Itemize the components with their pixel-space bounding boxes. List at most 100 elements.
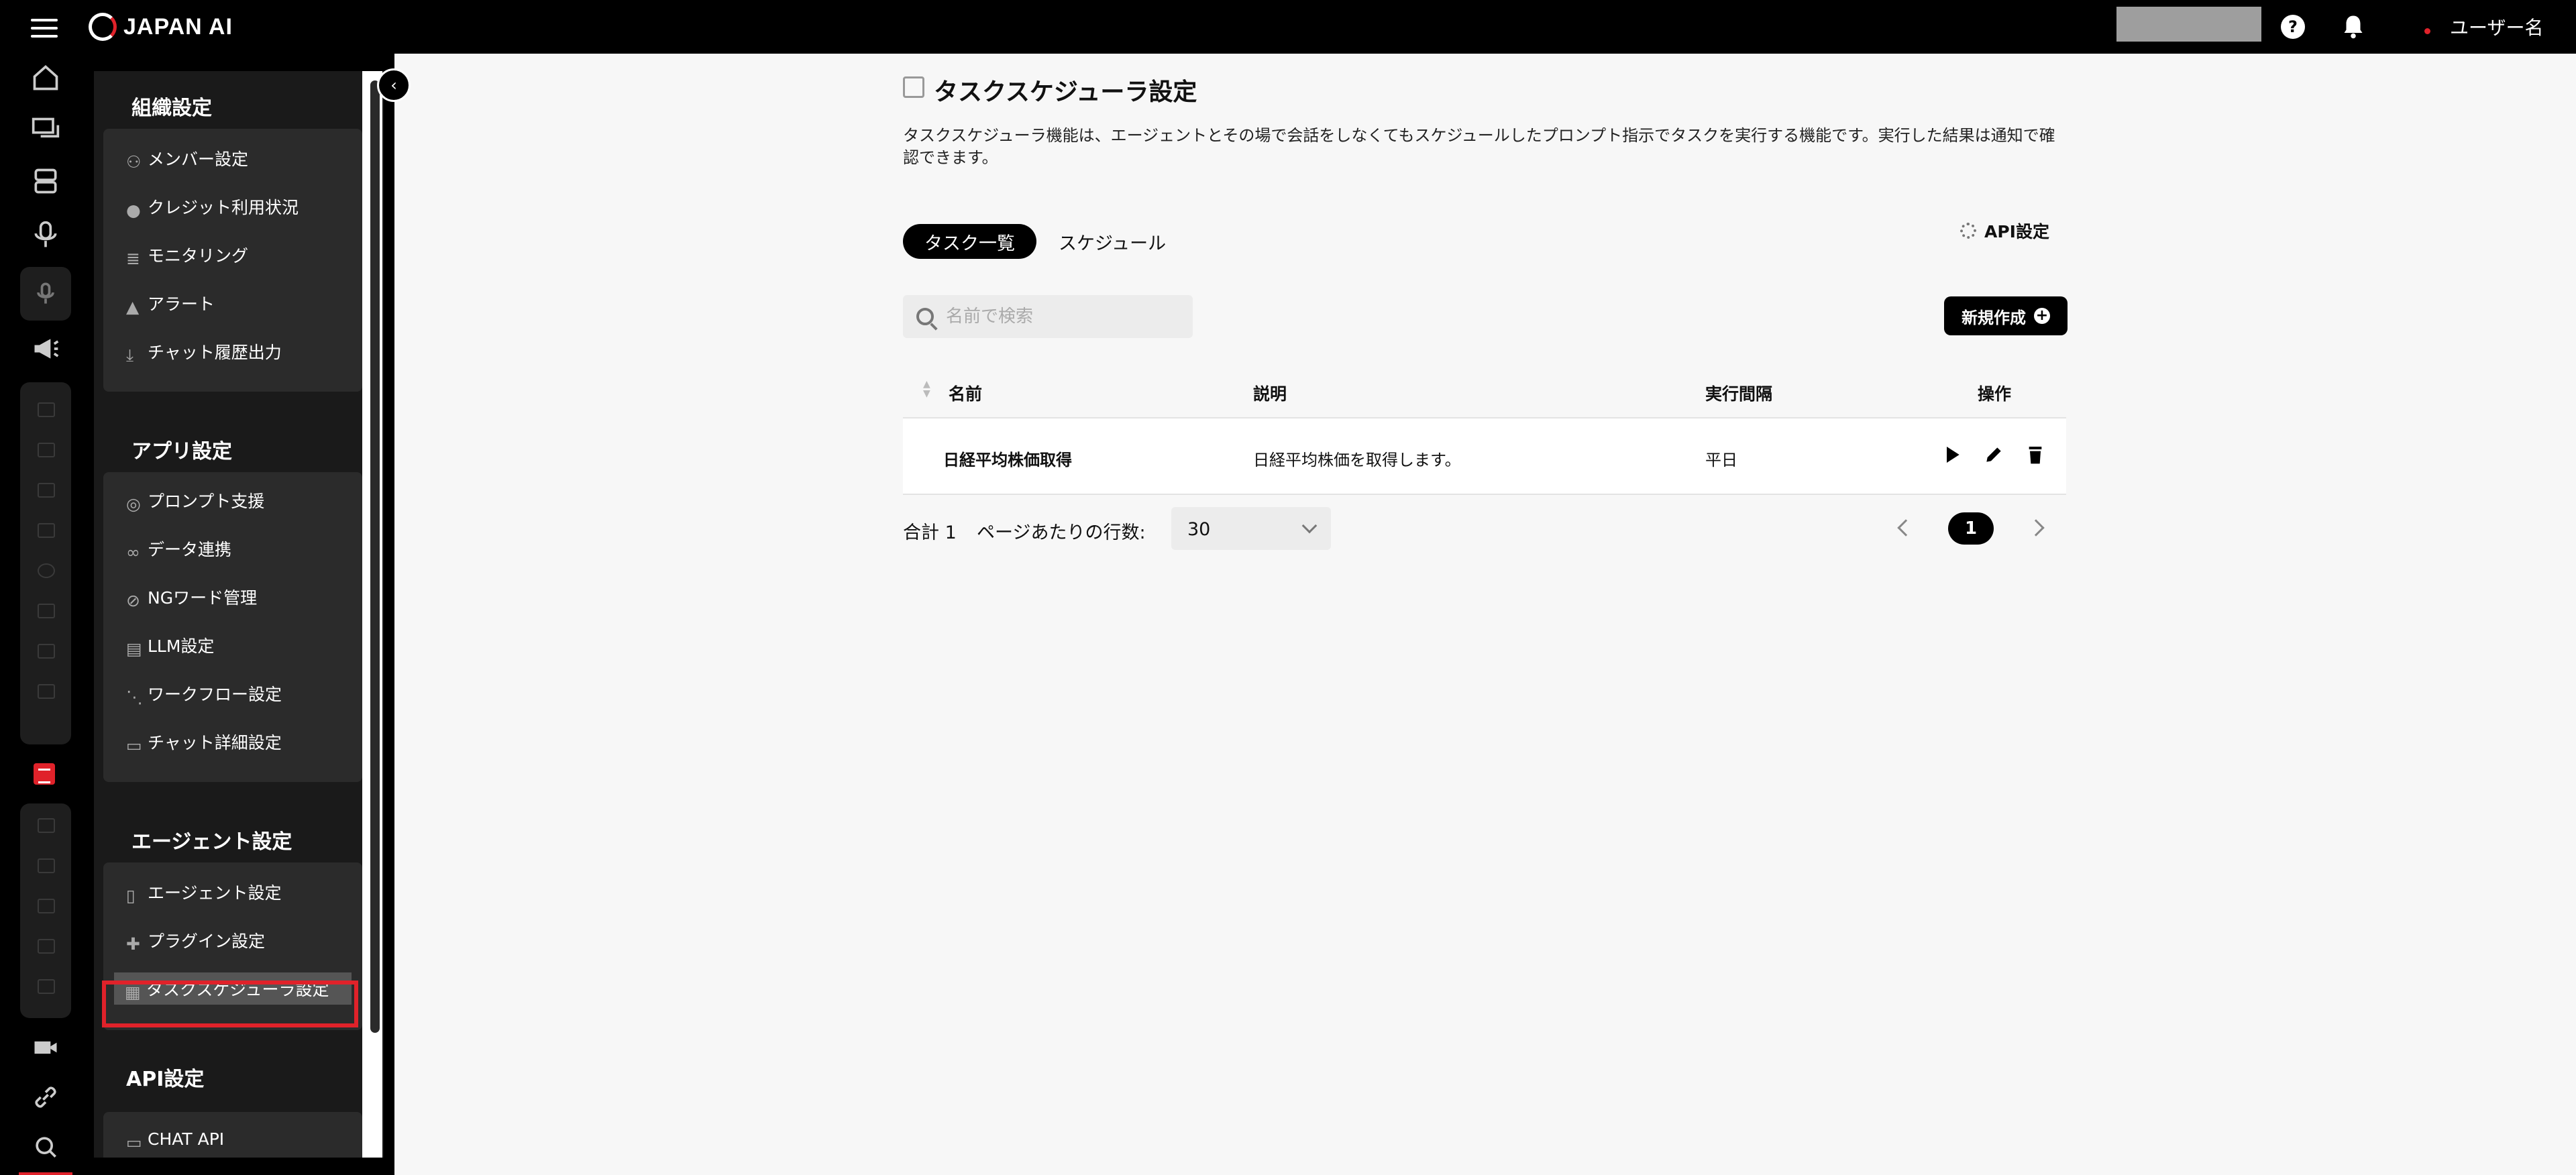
menu-item-alert[interactable]: ▲ アラート — [126, 290, 215, 317]
menu-item-label: アラート — [148, 294, 215, 314]
search-agent-icon[interactable] — [31, 1132, 60, 1162]
column-header-actions: 操作 — [1978, 384, 2012, 404]
column-header-interval: 実行間隔 — [1705, 384, 1773, 404]
task-scheduler-icon[interactable] — [34, 763, 55, 785]
chat-detail-icon: ▭ — [126, 736, 142, 755]
plus-circle-icon: + — [2034, 308, 2050, 324]
task-name[interactable]: 日経平均株価取得 — [943, 447, 1072, 470]
download-icon: ⤓ — [126, 345, 134, 365]
doc-icon-1[interactable] — [38, 818, 55, 833]
doc-icon-5[interactable] — [38, 979, 55, 994]
menu-item-label: LLM設定 — [148, 636, 215, 656]
edit-pencil-icon[interactable] — [1983, 444, 2004, 465]
home-icon[interactable] — [31, 63, 60, 93]
sidebar-scrollbar-thumb[interactable] — [370, 80, 380, 1033]
table-footer: 合計 1 ページあたりの行数: 30 1 — [903, 507, 2066, 550]
chat-icon[interactable] — [31, 115, 60, 145]
chevron-down-icon — [1301, 518, 1318, 534]
menu-item-label: ワークフロー設定 — [148, 685, 282, 704]
help-icon[interactable]: ? — [2281, 15, 2305, 39]
menu-item-credit-usage[interactable]: ● クレジット利用状況 — [126, 193, 299, 220]
app-icon-1[interactable] — [38, 402, 55, 417]
menu-item-prompt-support[interactable]: ◎ プロンプト支援 — [126, 487, 264, 514]
menu-item-plugin-settings[interactable]: ✚ プラグイン設定 — [126, 927, 265, 954]
menu-item-llm-settings[interactable]: ▤ LLM設定 — [126, 632, 214, 659]
settings-highlight — [19, 1172, 72, 1175]
app-icon-7[interactable] — [38, 644, 55, 659]
menu-item-monitoring[interactable]: ≣ モニタリング — [126, 241, 248, 268]
delete-trash-icon[interactable] — [2025, 444, 2046, 465]
app-icon-3[interactable] — [38, 483, 55, 498]
hamburger-menu-icon[interactable] — [31, 19, 58, 38]
credit-icon: ● — [126, 201, 141, 220]
menu-item-ng-word[interactable]: ⊘ NGワード管理 — [126, 583, 257, 610]
new-task-button[interactable]: 新規作成 + — [1944, 296, 2068, 335]
app-icon-2[interactable] — [38, 443, 55, 457]
top-bar: JAPAN AI ? ユーザー名 — [0, 0, 2576, 54]
user-name[interactable]: ユーザー名 — [2450, 13, 2543, 40]
redacted-area — [2116, 7, 2261, 42]
page-number-current[interactable]: 1 — [1948, 512, 1994, 545]
doc-icon-2[interactable] — [38, 858, 55, 873]
api-settings-link[interactable]: API設定 — [1960, 217, 2049, 244]
icon-rail — [0, 54, 94, 1175]
menu-item-label: CHAT API — [148, 1129, 225, 1149]
menu-item-workflow-settings[interactable]: ⋱ ワークフロー設定 — [126, 680, 282, 707]
settings-scroll-area: 組織設定 ⚇ メンバー設定 ● クレジット利用状況 ≣ モニタリング ▲ アラート ⤓ チ… — [94, 71, 384, 1158]
gear-icon — [1960, 223, 1976, 239]
section-title-app: アプリ設定 — [131, 440, 232, 463]
chat-api-icon: ▭ — [126, 1133, 142, 1152]
column-header-description: 説明 — [1253, 384, 1287, 404]
column-header-name[interactable]: 名前 — [949, 381, 982, 405]
collapse-sidebar-button[interactable]: ‹ — [377, 68, 411, 102]
app-icon-6[interactable] — [38, 604, 55, 618]
notification-bell-icon[interactable] — [2341, 13, 2365, 40]
task-table: ▲ ▼ 名前 説明 実行間隔 操作 日経平均株価取得 日経平均株価を取得します。 … — [903, 365, 2066, 495]
menu-item-data-integration[interactable]: ∞ データ連携 — [126, 535, 231, 562]
menu-item-label: クレジット利用状況 — [148, 198, 299, 217]
megaphone-icon[interactable] — [31, 334, 60, 363]
search-box — [903, 295, 1193, 338]
menu-item-member-settings[interactable]: ⚇ メンバー設定 — [126, 145, 248, 172]
doc-icon-3[interactable] — [38, 899, 55, 913]
agent-small-icon: ▯ — [126, 886, 136, 905]
search-input[interactable] — [946, 306, 1174, 327]
api-settings-label: API設定 — [1984, 222, 2049, 241]
section-title-api: API設定 — [126, 1068, 205, 1091]
doc-icon-4[interactable] — [38, 939, 55, 954]
tab-task-list[interactable]: タスク一覧 — [903, 224, 1036, 259]
task-description: 日経平均株価を取得します。 — [1253, 451, 1461, 469]
rows-per-page-value: 30 — [1187, 519, 1211, 540]
menu-item-label: モニタリング — [148, 246, 249, 266]
monitoring-icon: ≣ — [126, 249, 140, 268]
menu-item-chat-api[interactable]: ▭ CHAT API — [126, 1125, 225, 1153]
search-icon — [916, 308, 934, 325]
menu-item-chat-history-export[interactable]: ⤓ チャット履歴出力 — [126, 338, 282, 365]
calendar-title-icon — [903, 76, 924, 98]
menu-item-agent-settings[interactable]: ▯ エージェント設定 — [126, 879, 282, 905]
table-row[interactable]: 日経平均株価取得 日経平均株価を取得します。 平日 — [903, 418, 2066, 495]
prompt-icon: ◎ — [126, 494, 141, 514]
agent-icon[interactable] — [31, 166, 60, 196]
next-page-icon[interactable] — [2027, 519, 2045, 537]
prohibited-icon: ⊘ — [126, 591, 140, 610]
microphone-icon[interactable] — [31, 220, 60, 249]
total-count: 合計 1 — [903, 522, 957, 543]
previous-page-icon[interactable] — [1897, 519, 1915, 537]
app-icon-8[interactable] — [38, 684, 55, 699]
rows-per-page-select[interactable]: 30 — [1171, 507, 1331, 550]
menu-item-label: チャット詳細設定 — [148, 733, 282, 752]
table-header: ▲ ▼ 名前 説明 実行間隔 操作 — [903, 365, 2066, 418]
app-icon-4[interactable] — [38, 523, 55, 538]
sort-icon[interactable]: ▲ ▼ — [923, 380, 932, 398]
run-icon[interactable] — [1941, 444, 1963, 465]
app-icon-5[interactable] — [38, 563, 55, 578]
link-small-icon: ∞ — [126, 543, 140, 562]
menu-item-chat-detail-settings[interactable]: ▭ チャット詳細設定 — [126, 728, 282, 755]
settings-sidebar: 組織設定 ⚇ メンバー設定 ● クレジット利用状況 ≣ モニタリング ▲ アラート ⤓ チ… — [94, 54, 394, 1175]
link-icon[interactable] — [31, 1082, 60, 1112]
video-icon[interactable] — [31, 1033, 60, 1062]
brand-logo[interactable]: JAPAN AI — [89, 12, 233, 42]
microphone-sub-icon[interactable] — [31, 279, 60, 309]
tab-schedule[interactable]: スケジュール — [1037, 224, 1187, 259]
